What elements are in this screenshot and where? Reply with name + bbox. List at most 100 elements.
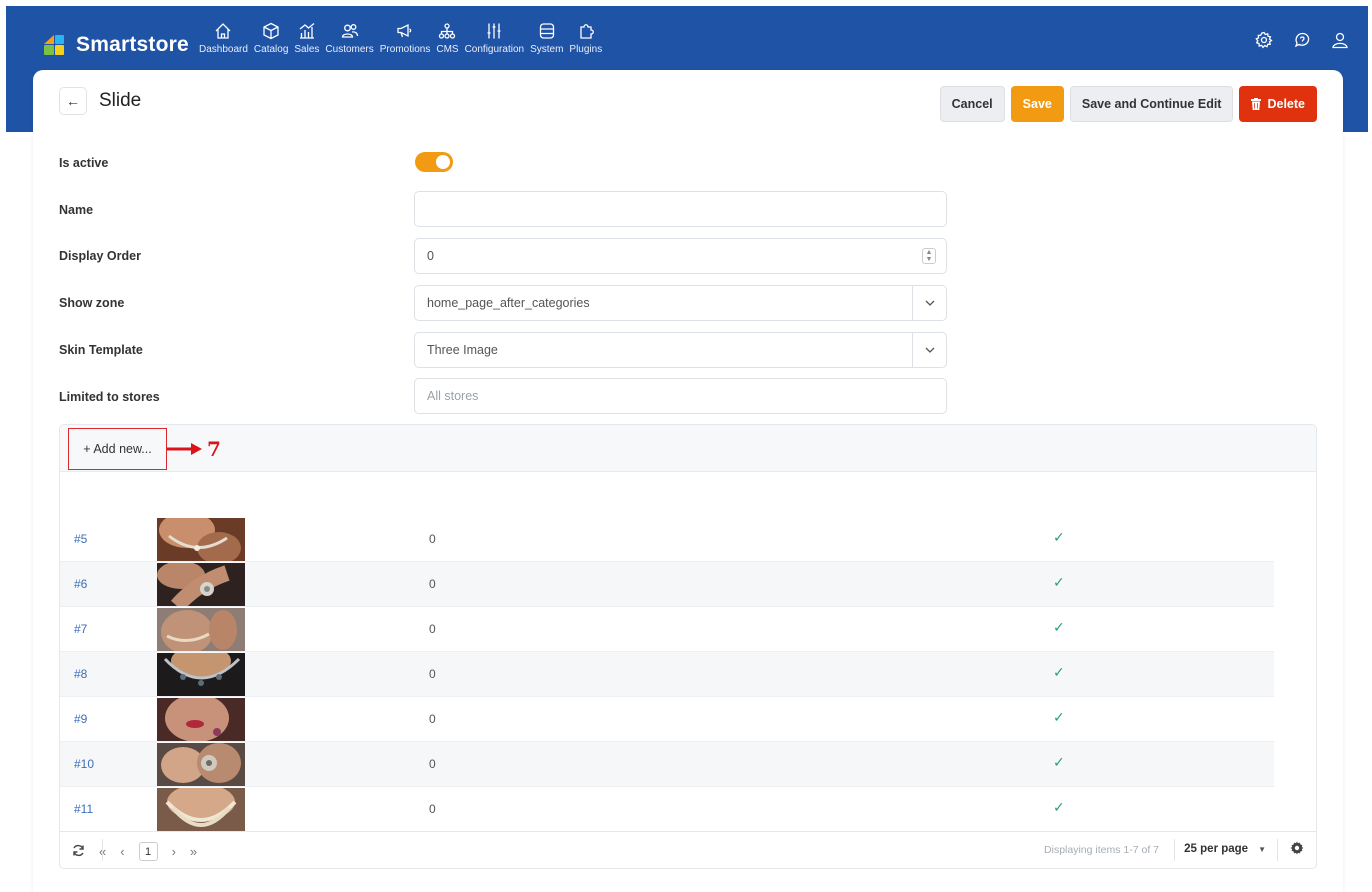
database-icon [538,20,556,42]
is-active-label: Is active [59,156,109,170]
check-icon: ✓ [1053,754,1065,770]
grid-settings-gear-icon[interactable] [1290,841,1304,860]
display-order-value: 0 [427,249,434,263]
row-value: 0 [429,622,436,636]
trash-icon [1251,98,1262,110]
prev-page-button[interactable]: ‹ [120,844,124,859]
header-actions: Cancel Save Save and Continue Edit Delet… [939,86,1317,122]
table-row[interactable]: #5 0 ✓ [60,517,1274,562]
chevron-down-icon[interactable] [912,286,946,320]
per-page-value: 25 per page [1184,843,1249,855]
per-page-select[interactable]: 25 per page ▼ [1184,843,1266,855]
chart-icon [298,20,316,42]
slide-thumbnail [157,788,245,831]
check-icon: ✓ [1053,709,1065,725]
skin-template-value: Three Image [427,343,498,357]
row-id-link[interactable]: #9 [74,712,87,726]
save-button[interactable]: Save [1010,86,1064,122]
table-row[interactable]: #7 0 ✓ [60,607,1274,652]
show-zone-label: Show zone [59,296,125,310]
show-zone-value: home_page_after_categories [427,296,590,310]
row-id-link[interactable]: #7 [74,622,87,636]
check-icon: ✓ [1053,619,1065,635]
nav-label: CMS [436,44,459,55]
brand[interactable]: Smartstore [42,28,189,62]
next-page-button[interactable]: › [172,844,176,859]
save-and-continue-button[interactable]: Save and Continue Edit [1069,86,1234,122]
nav-label: Plugins [569,44,603,55]
show-zone-select[interactable]: home_page_after_categories [414,285,947,321]
name-input[interactable] [414,191,947,227]
check-icon: ✓ [1053,529,1065,545]
table-row[interactable]: #6 0 ✓ [60,562,1274,607]
grid-pager: « ‹ 1 › » Displaying items 1-7 of 7 25 p… [60,831,1316,868]
sliders-icon [485,20,503,42]
row-value: 0 [429,712,436,726]
top-right-icons [1252,28,1352,52]
table-row[interactable]: #9 0 ✓ [60,697,1274,742]
nav-dashboard[interactable]: Dashboard [196,20,251,55]
nav-configuration[interactable]: Configuration [462,20,527,55]
row-id-link[interactable]: #5 [74,532,87,546]
row-value: 0 [429,577,436,591]
nav-system[interactable]: System [527,20,566,55]
caret-down-icon: ▼ [1258,845,1266,854]
box-icon [262,20,280,42]
chevron-down-icon[interactable] [912,333,946,367]
main-nav: Dashboard Catalog Sales Customers Promot… [196,20,605,55]
nav-label: Promotions [379,44,431,55]
refresh-icon[interactable] [72,844,85,860]
row-value: 0 [429,802,436,816]
number-spinner-icon[interactable]: ▲ ▼ [922,248,936,264]
skin-template-select[interactable]: Three Image [414,332,947,368]
pager-divider [102,839,103,861]
pager-controls: « ‹ 1 › » [72,842,197,861]
settings-gear-icon[interactable] [1252,28,1276,52]
nav-label: Sales [294,44,320,55]
back-button[interactable]: ← [59,87,87,115]
nav-sales[interactable]: Sales [291,20,322,55]
page-number-button[interactable]: 1 [138,842,158,861]
puzzle-icon [577,20,595,42]
limited-to-stores-input[interactable]: All stores [414,378,947,414]
users-icon [341,20,359,42]
table-row[interactable]: #8 0 ✓ [60,652,1274,697]
nav-label: Configuration [464,44,525,55]
table-row[interactable]: #11 0 ✓ [60,787,1274,832]
pager-info: Displaying items 1-7 of 7 [1044,844,1159,856]
nav-catalog[interactable]: Catalog [251,20,291,55]
red-arrow-icon [167,443,202,455]
nav-label: System [530,44,564,55]
last-page-button[interactable]: » [190,844,197,859]
is-active-toggle[interactable] [415,152,453,172]
row-id-link[interactable]: #10 [74,757,94,771]
table-row[interactable]: #10 0 ✓ [60,742,1274,787]
slide-thumbnail [157,563,245,606]
user-account-icon[interactable] [1328,28,1352,52]
row-value: 0 [429,532,436,546]
nav-cms[interactable]: CMS [433,20,461,55]
annotation-arrow: 7 [167,437,221,461]
name-label: Name [59,203,94,217]
display-order-input[interactable]: 0 ▲ ▼ [414,238,947,274]
check-icon: ✓ [1053,574,1065,590]
row-id-link[interactable]: #8 [74,667,87,681]
row-id-link[interactable]: #11 [74,802,93,816]
row-value: 0 [429,667,436,681]
help-icon[interactable] [1290,28,1314,52]
row-id-link[interactable]: #6 [74,577,87,591]
limited-to-stores-label: Limited to stores [59,390,160,404]
content-card: ← Slide Cancel Save Save and Continue Ed… [33,70,1343,892]
grid-rows: #5 0 ✓ #6 0 ✓ #7 0 ✓ #8 0 ✓ #9 0 ✓ #10 0… [60,517,1274,832]
smartstore-logo-icon [42,33,68,57]
check-icon: ✓ [1053,799,1065,815]
nav-label: Customers [325,44,374,55]
cancel-button[interactable]: Cancel [939,86,1005,122]
nav-label: Catalog [253,44,289,55]
nav-plugins[interactable]: Plugins [566,20,605,55]
delete-button[interactable]: Delete [1239,86,1317,122]
skin-template-label: Skin Template [59,343,143,357]
add-new-button[interactable]: + Add new... [68,428,167,470]
nav-promotions[interactable]: Promotions [377,20,434,55]
nav-customers[interactable]: Customers [322,20,376,55]
